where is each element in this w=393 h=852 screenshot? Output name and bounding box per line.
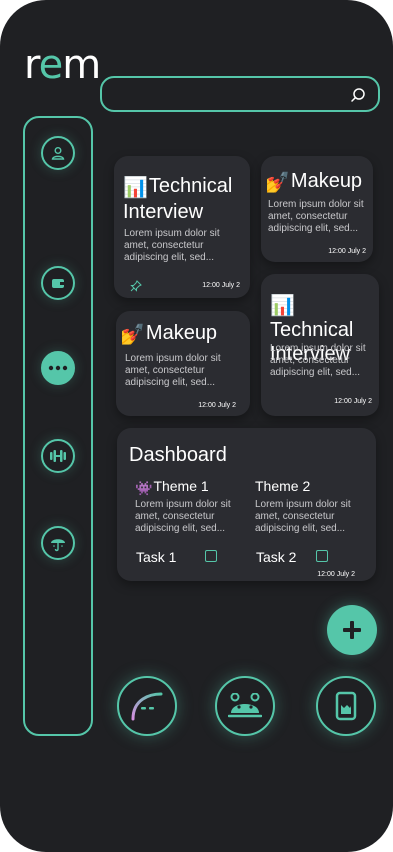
sidebar [23,116,93,736]
sidebar-item-weather[interactable] [41,526,75,560]
note-body: Lorem ipsum dolor sit amet, consectetur … [268,199,364,234]
theme-title: 👾Theme 1 [135,478,209,496]
sidebar-item-profile[interactable] [41,136,75,170]
theme-body: Lorem ipsum dolor sit amet, consectetur … [135,499,231,534]
phone-screen: rem 📊Technical Interview Lorem ipsum dol… [0,0,393,852]
umbrella-icon [51,539,65,552]
plus-icon [343,621,361,639]
theme-title: Theme 2 [255,478,311,494]
nav-button-card[interactable] [316,676,376,736]
note-body: Lorem ipsum dolor sit amet, consectetur … [124,228,220,263]
gauge-icon [131,692,163,721]
more-icon [48,365,68,371]
nav-button-android[interactable] [215,676,275,736]
dashboard-date: 12:00 July 2 [317,571,355,578]
note-title: 📊Technical Interview [123,175,233,223]
note-title: 💅Makeup [265,170,363,194]
user-icon [51,147,65,160]
dumbbell-icon [50,450,66,462]
note-title: 💅Makeup [120,322,218,346]
dashboard-title: Dashboard [129,444,227,466]
note-card[interactable]: 💅Makeup Lorem ipsum dolor sit amet, cons… [261,156,373,262]
card-icon [335,691,357,721]
add-button[interactable] [327,605,377,655]
pin-icon[interactable] [130,280,142,292]
sidebar-item-more[interactable] [41,351,75,385]
note-body: Lorem ipsum dolor sit amet, consectetur … [270,343,366,378]
note-card[interactable]: 📊Technical Interview Lorem ipsum dolor s… [261,274,379,416]
note-date: 12:00 July 2 [334,398,372,405]
task-checkbox[interactable] [205,550,217,562]
search-bar[interactable] [100,76,380,112]
nav-button-dashboard[interactable] [117,676,177,736]
theme-body: Lorem ipsum dolor sit amet, consectetur … [255,499,351,534]
note-date: 12:00 July 2 [202,282,240,289]
app-logo: rem [24,42,101,88]
note-card[interactable]: 💅Makeup Lorem ipsum dolor sit amet, cons… [116,311,250,416]
task-label: Task 1 [136,549,177,565]
note-date: 12:00 July 2 [198,402,236,409]
search-icon[interactable] [350,87,366,103]
note-card[interactable]: 📊Technical Interview Lorem ipsum dolor s… [114,156,250,298]
sidebar-item-wallet[interactable] [41,266,75,300]
task-checkbox[interactable] [316,550,328,562]
task-label: Task 2 [256,549,297,565]
note-date: 12:00 July 2 [328,248,366,255]
android-icon [228,693,262,718]
note-body: Lorem ipsum dolor sit amet, consectetur … [125,353,221,388]
dashboard-card[interactable]: Dashboard 👾Theme 1 Lorem ipsum dolor sit… [117,428,376,581]
search-input[interactable] [112,82,346,108]
wallet-icon [52,279,64,288]
sidebar-item-fitness[interactable] [41,439,75,473]
